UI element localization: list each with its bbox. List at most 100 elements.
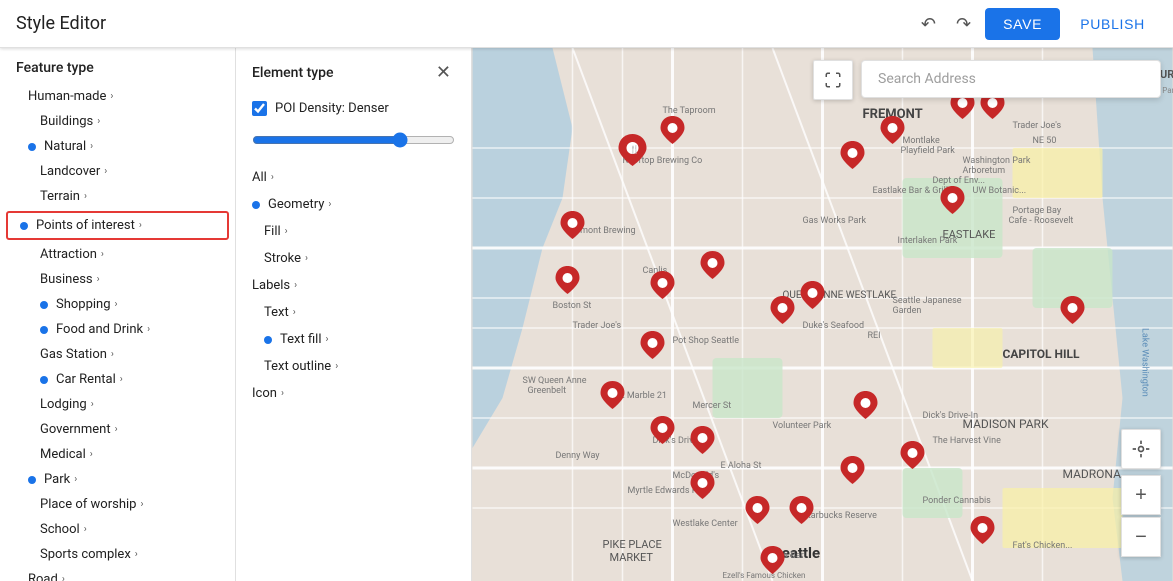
chevron-icon: › xyxy=(335,361,338,372)
chevron-icon: › xyxy=(120,374,123,385)
feature-item-sports-complex[interactable]: Sports complex › xyxy=(0,542,235,567)
bullet-icon xyxy=(28,476,36,484)
feature-item-government[interactable]: Government › xyxy=(0,417,235,442)
svg-text:Trader Joe's: Trader Joe's xyxy=(573,321,622,331)
feature-item-medical[interactable]: Medical › xyxy=(0,442,235,467)
elem-item-text[interactable]: Text › xyxy=(236,299,471,326)
slider-row xyxy=(236,124,471,164)
chevron-icon: › xyxy=(305,253,308,264)
svg-text:QUEEN ANNE WESTLAKE: QUEEN ANNE WESTLAKE xyxy=(783,290,897,301)
map-controls: + − xyxy=(1121,475,1161,557)
svg-text:Ponder Cannabis: Ponder Cannabis xyxy=(923,496,992,506)
svg-text:Portage Bay: Portage Bay xyxy=(1013,206,1062,216)
feature-label: Car Rental xyxy=(56,372,116,387)
elem-item-text-fill[interactable]: Text fill › xyxy=(236,326,471,353)
chevron-icon: › xyxy=(115,424,118,435)
elem-item-icon[interactable]: Icon › xyxy=(236,380,471,407)
feature-panel-header: Feature type xyxy=(0,48,235,84)
svg-text:MARKET: MARKET xyxy=(610,551,654,564)
svg-text:Ezell's Famous Chicken: Ezell's Famous Chicken xyxy=(723,571,806,580)
feature-item-terrain[interactable]: Terrain › xyxy=(0,184,235,209)
chevron-icon: › xyxy=(90,449,93,460)
publish-button[interactable]: PUBLISH xyxy=(1068,8,1157,40)
density-slider[interactable] xyxy=(252,132,455,148)
svg-text:Arboretum: Arboretum xyxy=(963,166,1006,176)
bullet-icon xyxy=(40,376,48,384)
elem-item-fill[interactable]: Fill › xyxy=(236,218,471,245)
feature-item-food-drink[interactable]: Food and Drink › xyxy=(0,317,235,342)
chevron-icon: › xyxy=(91,399,94,410)
elem-label: Text outline xyxy=(264,359,331,374)
svg-text:Cafe - Roosevelt: Cafe - Roosevelt xyxy=(1009,216,1074,226)
feature-item-gas-station[interactable]: Gas Station › xyxy=(0,342,235,367)
feature-label: Natural xyxy=(44,139,86,154)
svg-text:Duke's Seafood: Duke's Seafood xyxy=(803,321,865,331)
feature-item-points-of-interest[interactable]: Points of interest › xyxy=(8,213,227,238)
poi-density-checkbox[interactable] xyxy=(252,101,267,116)
chevron-icon: › xyxy=(294,280,297,291)
feature-item-car-rental[interactable]: Car Rental › xyxy=(0,367,235,392)
save-button[interactable]: SAVE xyxy=(985,8,1060,40)
feature-item-business[interactable]: Business › xyxy=(0,267,235,292)
feature-item-school[interactable]: School › xyxy=(0,517,235,542)
svg-text:Trader Joe's: Trader Joe's xyxy=(1013,121,1062,131)
bullet-icon xyxy=(40,326,48,334)
feature-item-lodging[interactable]: Lodging › xyxy=(0,392,235,417)
zoom-in-button[interactable]: + xyxy=(1121,475,1161,515)
elem-label: Icon xyxy=(252,386,277,401)
svg-text:PIKE PLACE: PIKE PLACE xyxy=(603,538,662,551)
svg-text:MADRONA: MADRONA xyxy=(1063,467,1122,481)
feature-item-place-of-worship[interactable]: Place of worship › xyxy=(0,492,235,517)
fullscreen-button[interactable] xyxy=(813,60,853,100)
location-button[interactable] xyxy=(1121,429,1161,469)
svg-text:Volunteer Park: Volunteer Park xyxy=(773,421,832,431)
zoom-out-button[interactable]: − xyxy=(1121,517,1161,557)
feature-item-natural[interactable]: Natural › xyxy=(0,134,235,159)
element-panel: Element type ✕ POI Density: Denser All ›… xyxy=(236,48,472,581)
elem-item-geometry[interactable]: Geometry › xyxy=(236,191,471,218)
close-button[interactable]: ✕ xyxy=(432,60,455,85)
svg-text:Denny Way: Denny Way xyxy=(556,451,601,461)
feature-label: Medical xyxy=(40,447,86,462)
svg-text:Seattle Japanese: Seattle Japanese xyxy=(893,296,962,306)
chevron-icon: › xyxy=(84,191,87,202)
feature-item-buildings[interactable]: Buildings › xyxy=(0,109,235,134)
feature-item-shopping[interactable]: Shopping › xyxy=(0,292,235,317)
elem-label: Stroke xyxy=(264,251,301,266)
svg-text:Playfield Park: Playfield Park xyxy=(901,146,956,156)
feature-item-landcover[interactable]: Landcover › xyxy=(0,159,235,184)
elem-item-stroke[interactable]: Stroke › xyxy=(236,245,471,272)
svg-text:Interlaken Park: Interlaken Park xyxy=(898,236,958,246)
main-content: Feature type Human-made › Buildings › Na… xyxy=(0,48,1173,581)
element-panel-title: Element type xyxy=(252,65,334,81)
svg-text:Greenbelt: Greenbelt xyxy=(528,386,567,396)
elem-item-labels[interactable]: Labels › xyxy=(236,272,471,299)
feature-label: School xyxy=(40,522,80,537)
svg-text:NE 50: NE 50 xyxy=(1033,136,1057,146)
feature-item-attraction[interactable]: Attraction › xyxy=(0,242,235,267)
svg-text:E Aloha St: E Aloha St xyxy=(721,461,762,471)
undo-button[interactable]: ↶ xyxy=(915,9,942,39)
chevron-icon: › xyxy=(74,474,77,485)
map-area: LAURELHURST WALLINGFORD FREMONT EASTLAKE… xyxy=(472,48,1173,581)
svg-text:🍴: 🍴 xyxy=(630,144,640,154)
bullet-icon xyxy=(40,301,48,309)
search-address[interactable]: Search Address xyxy=(861,60,1161,98)
elem-item-all[interactable]: All › xyxy=(236,164,471,191)
svg-text:Washington Park: Washington Park xyxy=(963,156,1031,166)
element-panel-header: Element type ✕ xyxy=(236,48,471,93)
feature-label: Attraction xyxy=(40,247,97,262)
chevron-icon: › xyxy=(111,349,114,360)
feature-item-road[interactable]: Road › xyxy=(0,567,235,581)
feature-item-park[interactable]: Park › xyxy=(0,467,235,492)
bullet-icon xyxy=(20,222,28,230)
feature-item-human-made[interactable]: Human-made › xyxy=(0,84,235,109)
poi-density-label[interactable]: POI Density: Denser xyxy=(275,101,389,116)
feature-label: Shopping xyxy=(56,297,111,312)
feature-label: Points of interest xyxy=(36,218,135,233)
bullet-icon xyxy=(28,143,36,151)
feature-label: Road xyxy=(28,572,58,581)
chevron-icon: › xyxy=(285,226,288,237)
elem-item-text-outline[interactable]: Text outline › xyxy=(236,353,471,380)
redo-button[interactable]: ↷ xyxy=(950,9,977,39)
